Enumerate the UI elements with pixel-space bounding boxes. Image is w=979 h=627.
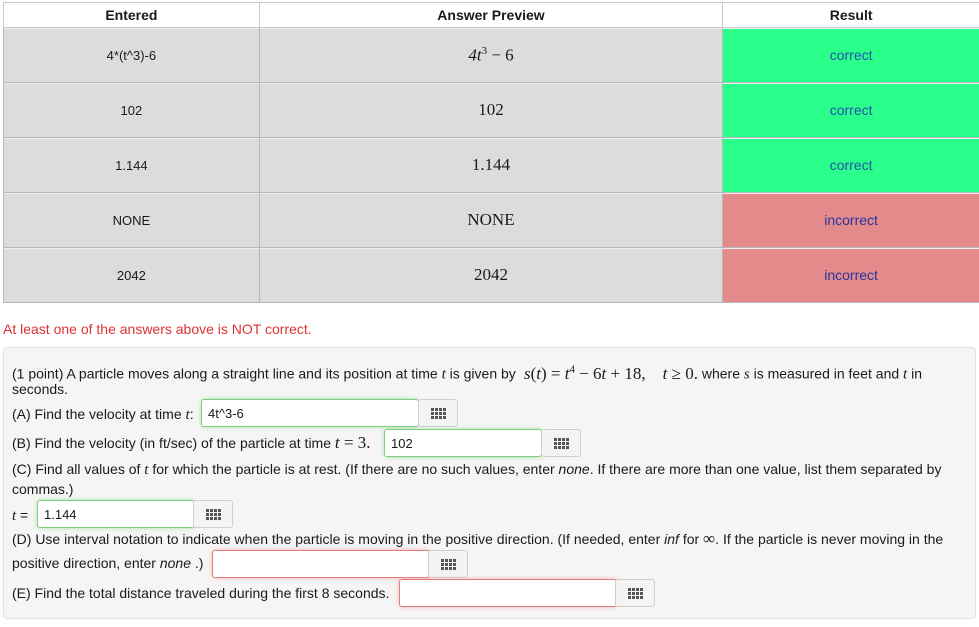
infinity-symbol: ∞ [703, 529, 716, 548]
part-d-text: .) [194, 555, 204, 571]
part-c-variable-label: t = [12, 507, 29, 524]
table-row: 1.144 1.144 correct [3, 138, 979, 193]
intro-text: is given by [449, 365, 516, 382]
warning-message: At least one of the answers above is NOT… [3, 321, 312, 337]
column-header-result: Result [722, 2, 979, 28]
table-row: 2042 2042 incorrect [3, 248, 979, 303]
result-cell: correct [722, 83, 979, 138]
part-b-equation-editor-button[interactable] [541, 429, 581, 457]
entered-cell: 2042 [3, 248, 259, 303]
part-e-answer-input[interactable] [399, 579, 617, 607]
intro-text: is measured in feet and [753, 365, 900, 382]
part-c-text: commas.) [12, 481, 74, 497]
part-a-equation-editor-button[interactable] [418, 399, 458, 427]
part-d-text: for [682, 531, 700, 547]
result-cell: incorrect [722, 248, 979, 303]
grid-icon [553, 437, 569, 449]
part-d-text: positive direction, enter [12, 555, 156, 571]
part-d-text: none [159, 555, 192, 571]
part-a-answer-input[interactable]: 4t^3-6 [201, 399, 419, 427]
part-e-label: (E) Find the total distance traveled dur… [12, 585, 390, 601]
table-row: 102 102 correct [3, 83, 979, 138]
part-a-label: (A) Find the velocity at time t: [12, 406, 194, 423]
grid-icon [430, 407, 446, 419]
part-b-answer-input[interactable]: 102 [384, 429, 542, 457]
table-row: NONE NONE incorrect [3, 193, 979, 248]
part-d-answer-input[interactable] [212, 550, 430, 578]
entered-cell: 102 [3, 83, 259, 138]
part-d-label-2: positive direction, enter none .) [12, 553, 203, 573]
part-b-label: (B) Find the velocity (in ft/sec) of the… [12, 433, 371, 452]
table-row: 4*(t^3)-6 4t3 − 6 correct [3, 28, 979, 83]
position-formula: s(t) = t4 − 6t + 18, t ≥ 0. [523, 363, 698, 383]
part-b-text: (B) Find the velocity (in ft/sec) of the… [12, 435, 332, 451]
intro-text: (1 point) A particle moves along a strai… [12, 365, 438, 382]
intro-text: seconds. [12, 381, 69, 397]
grid-icon [440, 558, 456, 570]
part-c-text: (C) Find all values of [12, 461, 141, 477]
grid-icon [627, 587, 643, 599]
answer-preview-cell: 1.144 [258, 138, 723, 193]
answer-preview-cell: NONE [258, 193, 723, 248]
answer-preview-cell: 2042 [258, 248, 723, 303]
part-c-text: for which the particle is at rest. (If t… [152, 461, 555, 477]
part-d-text: inf [664, 531, 679, 547]
part-c-label: (C) Find all values of t for which the p… [12, 461, 942, 478]
entered-cell: 1.144 [3, 138, 259, 193]
table-header-row: Entered Answer Preview Result [3, 2, 979, 28]
column-header-entered: Entered [3, 2, 259, 28]
problem-panel: (1 point) A particle moves along a strai… [3, 347, 976, 619]
part-d-equation-editor-button[interactable] [428, 550, 468, 578]
entered-cell: NONE [3, 193, 259, 248]
part-a-text: (A) Find the velocity at time [12, 406, 182, 422]
part-c-text: . If there are more than one value, list… [589, 461, 942, 477]
part-c-answer-input[interactable]: 1.144 [37, 500, 195, 528]
intro-text: in [911, 365, 922, 382]
part-d-text: . If the particle is never moving in the [715, 531, 944, 547]
column-header-answer-preview: Answer Preview [258, 2, 723, 28]
part-d-text: (D) Use interval notation to indicate wh… [12, 531, 661, 547]
results-table: Entered Answer Preview Result 4*(t^3)-6 … [3, 2, 979, 303]
result-cell: correct [722, 28, 979, 83]
problem-intro: (1 point) A particle moves along a strai… [12, 363, 922, 383]
result-cell: correct [722, 138, 979, 193]
result-cell: incorrect [722, 193, 979, 248]
part-c-equation-editor-button[interactable] [193, 500, 233, 528]
part-e-equation-editor-button[interactable] [615, 579, 655, 607]
intro-text: where [701, 365, 740, 382]
part-d-label: (D) Use interval notation to indicate wh… [12, 529, 943, 549]
grid-icon [205, 508, 221, 520]
answer-preview-cell: 102 [258, 83, 723, 138]
part-c-text: none [558, 461, 590, 477]
answer-preview-cell: 4t3 − 6 [258, 28, 723, 83]
entered-cell: 4*(t^3)-6 [3, 28, 259, 83]
